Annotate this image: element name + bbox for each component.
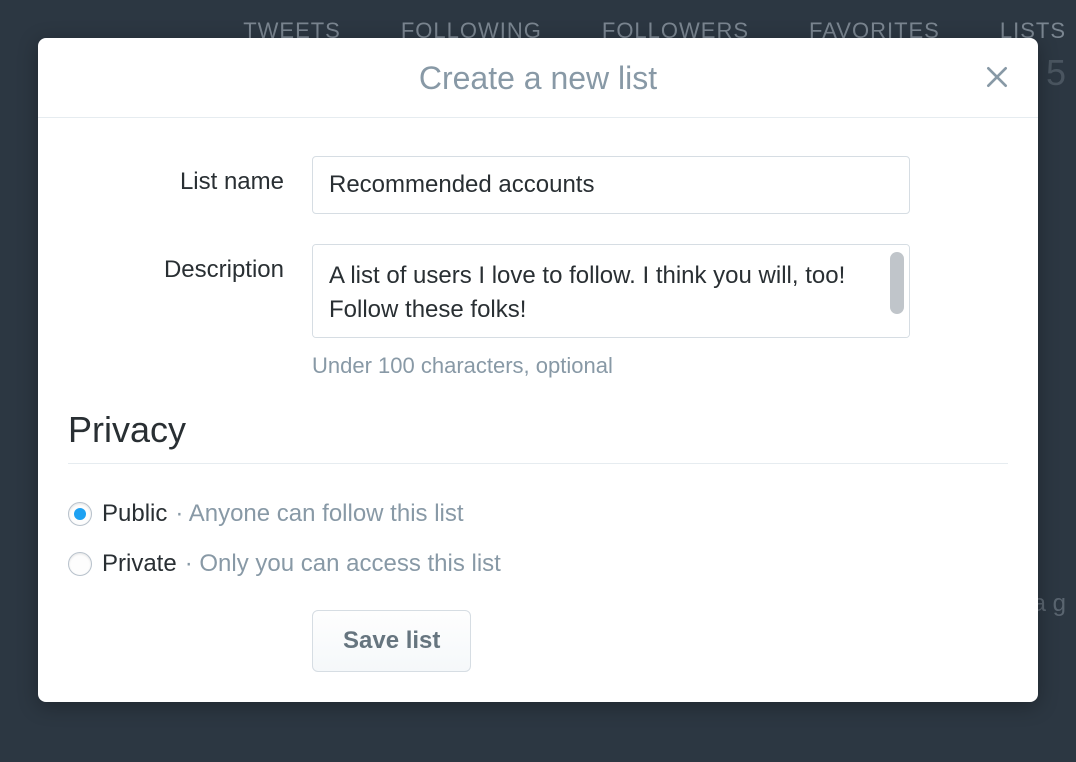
create-list-modal: Create a new list List name Description … (38, 38, 1038, 702)
privacy-heading: Privacy (68, 409, 1008, 464)
radio-private-desc: · Only you can access this list (185, 550, 501, 578)
list-name-input[interactable] (312, 156, 910, 214)
close-icon[interactable] (984, 64, 1010, 90)
save-list-button[interactable]: Save list (312, 610, 471, 672)
radio-public-desc: · Anyone can follow this list (175, 500, 463, 528)
radio-public-label: Public (102, 500, 167, 528)
radio-private[interactable] (68, 552, 92, 576)
privacy-section: Privacy Public · Anyone can follow this … (68, 409, 1008, 578)
modal-body: List name Description Under 100 characte… (38, 118, 1038, 702)
description-hint: Under 100 characters, optional (312, 353, 910, 379)
button-row: Save list (68, 610, 1008, 672)
privacy-option-private[interactable]: Private · Only you can access this list (68, 550, 1008, 578)
modal-header: Create a new list (38, 38, 1038, 118)
list-name-label: List name (68, 156, 312, 214)
description-input[interactable] (312, 244, 910, 338)
scrollbar-thumb[interactable] (890, 252, 904, 314)
privacy-option-public[interactable]: Public · Anyone can follow this list (68, 500, 1008, 528)
list-name-row: List name (68, 156, 1008, 214)
description-label: Description (68, 244, 312, 379)
background-count: 5 (1046, 52, 1066, 94)
radio-private-label: Private (102, 550, 177, 578)
modal-title: Create a new list (38, 60, 1038, 97)
description-row: Description Under 100 characters, option… (68, 244, 1008, 379)
radio-public[interactable] (68, 502, 92, 526)
